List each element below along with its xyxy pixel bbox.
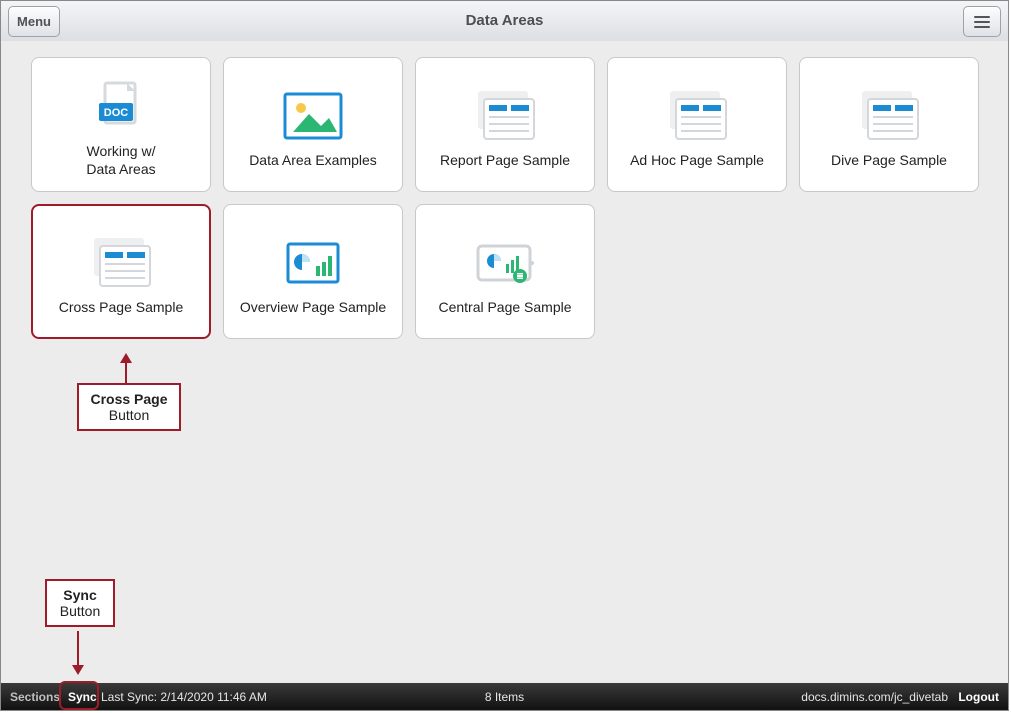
card-overview-page-sample[interactable]: Overview Page Sample	[223, 204, 403, 339]
callout-sync: Sync Button	[45, 579, 115, 627]
callout-arrow-down-icon	[72, 665, 84, 675]
callout-title: Cross Page	[90, 391, 167, 407]
card-label: Dive Page Sample	[831, 151, 947, 169]
card-working-with-data-areas[interactable]: DOC Working w/ Data Areas	[31, 57, 211, 192]
chart-icon	[280, 228, 346, 298]
top-bar: Data Areas Menu	[1, 1, 1008, 42]
page-title: Data Areas	[1, 1, 1008, 41]
menu-button[interactable]: Menu	[8, 6, 60, 37]
callout-sub: Button	[109, 407, 149, 423]
card-report-page-sample[interactable]: Report Page Sample	[415, 57, 595, 192]
callout-sub: Button	[60, 603, 100, 619]
url-label: docs.dimins.com/jc_divetab	[801, 683, 948, 710]
callout-cross-page: Cross Page Button	[77, 383, 181, 431]
card-data-area-examples[interactable]: Data Area Examples	[223, 57, 403, 192]
card-dive-page-sample[interactable]: Dive Page Sample	[799, 57, 979, 192]
table-icon	[88, 228, 154, 298]
callout-title: Sync	[63, 587, 96, 603]
card-label: Central Page Sample	[438, 298, 571, 316]
sync-button[interactable]: Sync	[59, 683, 106, 710]
hamburger-icon	[974, 16, 990, 18]
card-label: Overview Page Sample	[240, 298, 386, 316]
content-area: DOC Working w/ Data Areas Data Area Exam…	[1, 41, 1008, 683]
callout-arrow-up-icon	[120, 353, 132, 363]
card-label: Cross Page Sample	[59, 298, 184, 316]
device-chart-icon	[470, 228, 540, 298]
svg-text:DOC: DOC	[104, 107, 129, 119]
callout-arrow-line	[125, 361, 127, 383]
hamburger-button[interactable]	[963, 6, 1001, 37]
card-label: Working w/ Data Areas	[86, 142, 155, 178]
card-cross-page-sample[interactable]: Cross Page Sample	[31, 204, 211, 339]
doc-icon: DOC	[91, 72, 151, 142]
app-frame: Data Areas Menu DOC Working w/ Data	[0, 0, 1009, 711]
logout-button[interactable]: Logout	[949, 683, 1008, 710]
bottom-bar: 8 Items Sections Sync Last Sync: 2/14/20…	[1, 683, 1008, 710]
card-label: Data Area Examples	[249, 151, 377, 169]
table-icon	[664, 81, 730, 151]
card-grid: DOC Working w/ Data Areas Data Area Exam…	[31, 57, 991, 339]
card-ad-hoc-page-sample[interactable]: Ad Hoc Page Sample	[607, 57, 787, 192]
card-label: Ad Hoc Page Sample	[630, 151, 764, 169]
card-central-page-sample[interactable]: Central Page Sample	[415, 204, 595, 339]
table-icon	[856, 81, 922, 151]
table-icon	[472, 81, 538, 151]
last-sync-label: Last Sync: 2/14/2020 11:46 AM	[101, 683, 267, 710]
image-icon	[281, 81, 345, 151]
callout-arrow-line	[77, 631, 79, 667]
card-label: Report Page Sample	[440, 151, 570, 169]
